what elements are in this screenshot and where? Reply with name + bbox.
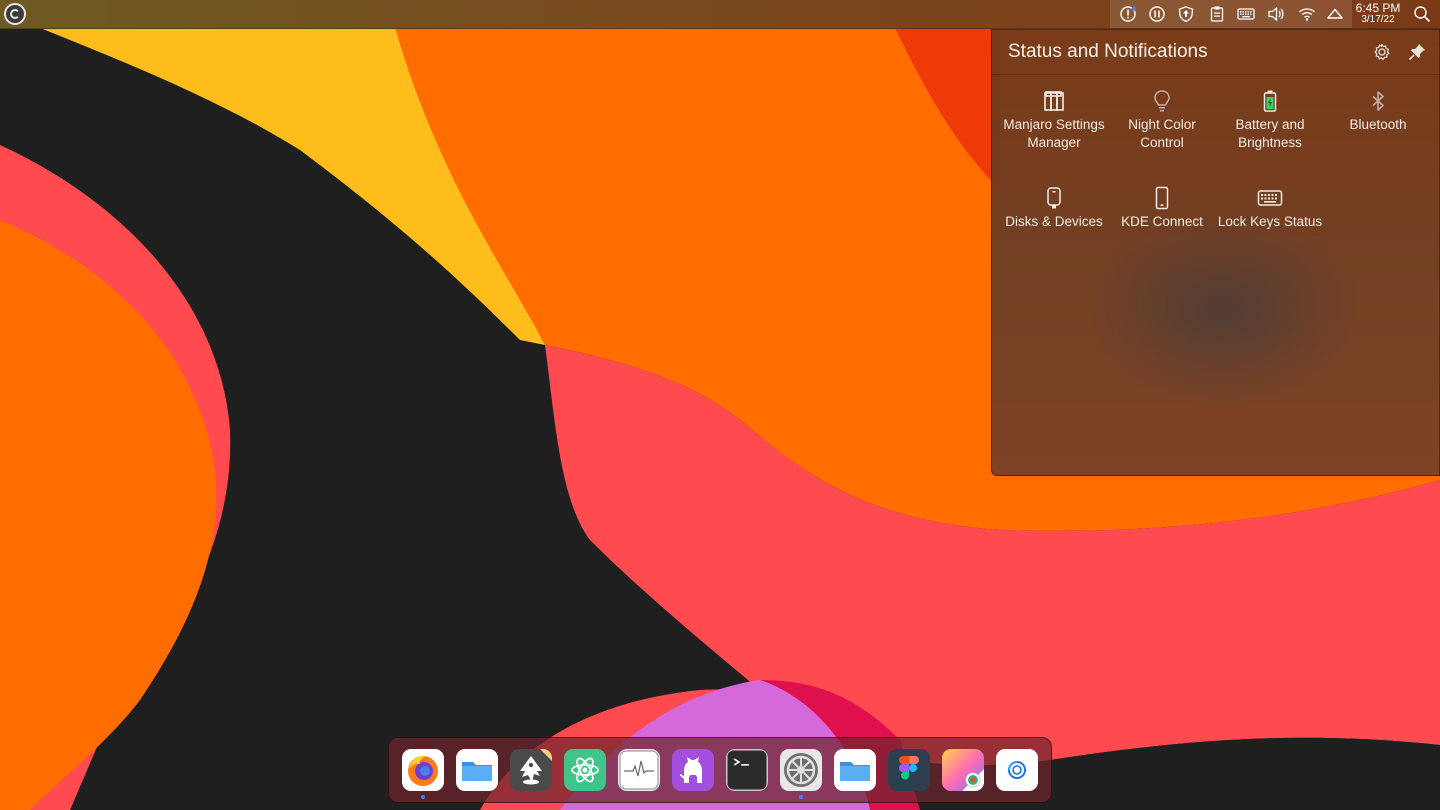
manjaro-settings-icon [1041, 88, 1067, 114]
tile-label: KDE Connect [1121, 214, 1203, 229]
tile-label: Manjaro Settings Manager [1003, 117, 1105, 150]
volume-icon[interactable] [1267, 5, 1285, 23]
tile-kde-connect[interactable]: KDE Connect [1108, 185, 1216, 231]
color-picker-icon[interactable] [942, 749, 984, 791]
search-icon[interactable] [1413, 5, 1431, 23]
phone-icon [1149, 185, 1175, 211]
running-indicator [421, 795, 425, 799]
wifi-icon[interactable] [1298, 5, 1316, 23]
tile-label: Lock Keys Status [1217, 214, 1323, 229]
running-indicator [799, 795, 803, 799]
files-icon[interactable] [456, 749, 498, 791]
inkscape-icon[interactable] [510, 749, 552, 791]
status-notifications-popup: Status and Notifications Manjaro Setting… [991, 29, 1440, 476]
cloud-icon[interactable] [1326, 5, 1344, 23]
tile-label: Disks & Devices [1005, 214, 1103, 229]
update-arrow-icon[interactable] [1177, 5, 1195, 23]
browser-icon[interactable] [996, 749, 1038, 791]
popup-header: Status and Notifications [992, 30, 1439, 75]
gear-icon[interactable] [1372, 42, 1392, 62]
pause-icon[interactable] [1148, 5, 1166, 23]
pin-icon[interactable] [1407, 42, 1427, 62]
folder-icon[interactable] [834, 749, 876, 791]
notification-alert-icon[interactable] [1119, 5, 1137, 23]
popup-title: Status and Notifications [1008, 41, 1208, 62]
lightbulb-icon [1149, 88, 1175, 114]
terminal-icon[interactable] [726, 749, 768, 791]
dock [388, 737, 1052, 803]
system-monitor-icon[interactable] [618, 749, 660, 791]
firefox-icon[interactable] [402, 749, 444, 791]
figma-icon[interactable] [888, 749, 930, 791]
atom-icon[interactable] [564, 749, 606, 791]
top-panel: 6:45 PM 3/17/22 [0, 0, 1440, 29]
clock-time: 6:45 PM [1355, 1, 1401, 15]
disk-device-icon [1041, 185, 1067, 211]
keyboard-icon[interactable] [1237, 5, 1255, 23]
tile-lock-keys-status[interactable]: Lock Keys Status [1216, 185, 1324, 231]
tile-night-color-control[interactable]: Night Color Control [1108, 88, 1216, 152]
github-desktop-icon[interactable] [672, 749, 714, 791]
system-tray [1110, 0, 1352, 28]
keyboard-icon [1257, 185, 1283, 211]
manjaro-logo-icon[interactable] [4, 3, 26, 25]
clock-date: 3/17/22 [1361, 14, 1395, 25]
tile-label: Bluetooth [1349, 117, 1407, 132]
tile-label: Night Color Control [1128, 117, 1196, 150]
tile-bluetooth[interactable]: Bluetooth [1324, 88, 1432, 134]
tile-disks-devices[interactable]: Disks & Devices [1000, 185, 1108, 231]
battery-icon [1257, 88, 1283, 114]
system-settings-icon[interactable] [780, 749, 822, 791]
tile-manjaro-settings-manager[interactable]: Manjaro Settings Manager [1000, 88, 1108, 152]
tile-battery-brightness[interactable]: Battery and Brightness [1216, 88, 1324, 152]
clock[interactable]: 6:45 PM 3/17/22 [1352, 2, 1404, 26]
clipboard-icon[interactable] [1208, 5, 1226, 23]
bluetooth-icon [1365, 88, 1391, 114]
popup-glow [1082, 210, 1362, 410]
tile-label: Battery and Brightness [1235, 117, 1305, 150]
